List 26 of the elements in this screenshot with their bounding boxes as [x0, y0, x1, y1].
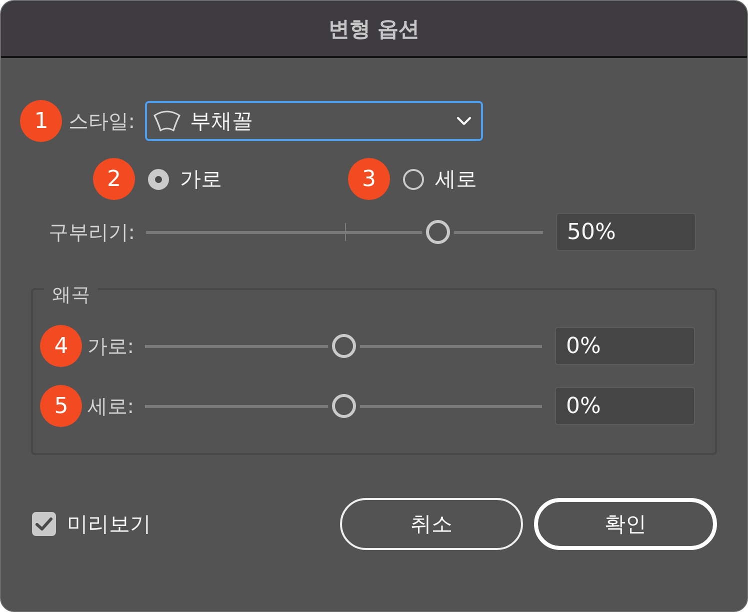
window-title: 변형 옵션 — [328, 16, 420, 42]
slider-label: 구부리기: — [48, 220, 135, 244]
style-dropdown[interactable]: 부채꼴 — [145, 101, 483, 141]
confirm-button[interactable]: 확인 — [534, 498, 717, 550]
preview-label: 미리보기 — [67, 511, 151, 537]
center-tick — [344, 223, 346, 241]
callout-badge: 3 — [348, 158, 390, 200]
radio-label: 가로 — [180, 166, 222, 192]
value-field[interactable]: 0% — [555, 327, 695, 365]
value-field[interactable]: 50% — [556, 213, 696, 251]
radio-button[interactable] — [148, 168, 169, 190]
callout-badge: 1 — [20, 100, 62, 142]
group-title: 왜곡 — [52, 285, 90, 305]
value-field[interactable]: 0% — [555, 387, 695, 425]
callout-badge: 5 — [40, 385, 82, 427]
radio-button[interactable] — [403, 168, 424, 190]
preview-checkbox[interactable] — [32, 512, 56, 536]
radio-label: 세로 — [435, 166, 477, 192]
arch-icon — [153, 110, 181, 132]
slider-label: 세로: — [87, 394, 134, 418]
slider-label: 가로: — [87, 334, 134, 358]
callout-badge: 4 — [40, 325, 82, 367]
callout-badge: 2 — [93, 158, 135, 200]
cancel-button[interactable]: 취소 — [340, 498, 523, 550]
chevron-down-icon — [457, 117, 471, 125]
style-label: 스타일: — [68, 109, 135, 133]
